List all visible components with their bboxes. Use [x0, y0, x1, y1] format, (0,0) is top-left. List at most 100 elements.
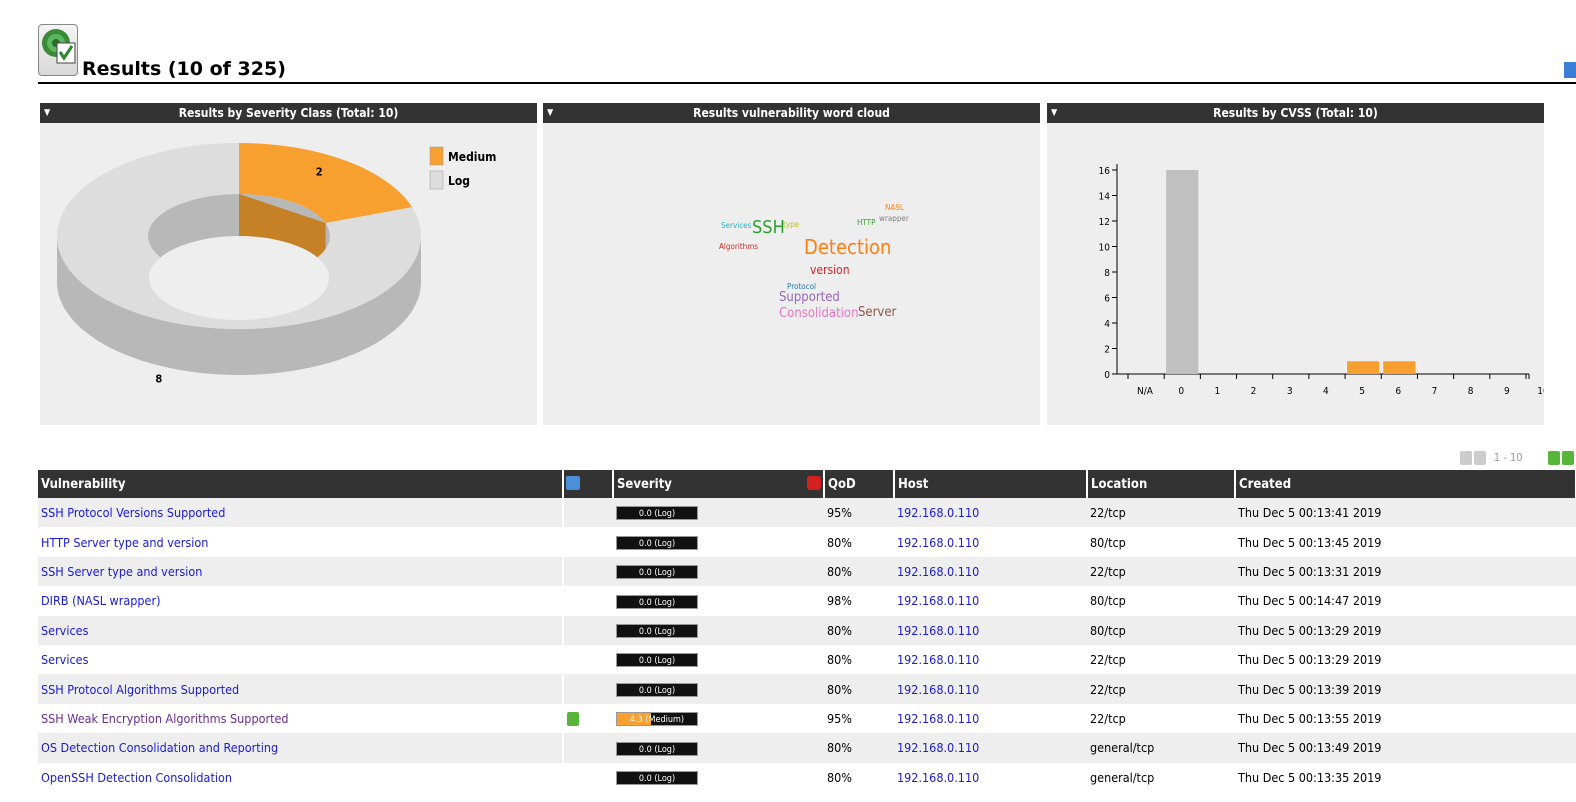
- location-cell: general/tcp: [1087, 733, 1235, 763]
- severity-bar: 0.0 (Log): [616, 624, 698, 638]
- severity-cell: 0.0 (Log): [613, 586, 824, 615]
- vulnerability-link[interactable]: Services: [41, 623, 88, 638]
- panel-toggle-icon[interactable]: ▼: [547, 103, 553, 123]
- previous-page-icon[interactable]: [1474, 450, 1487, 465]
- location-cell: 22/tcp: [1090, 710, 1126, 726]
- legend-label-log: Log: [448, 174, 470, 188]
- host-link[interactable]: 192.168.0.110: [897, 770, 979, 785]
- host-link[interactable]: 192.168.0.110: [897, 652, 979, 667]
- overrides-icon[interactable]: [807, 476, 821, 490]
- panel-toggle-icon[interactable]: ▼: [1051, 103, 1057, 123]
- host-cell: 192.168.0.110: [894, 733, 1087, 763]
- cvss-panel-title: Results by CVSS (Total: 10): [1213, 106, 1378, 120]
- table-row: SSH Protocol Algorithms Supported 0.0 (Lo…: [38, 674, 1576, 704]
- vulnerability-link[interactable]: OpenSSH Detection Consolidation: [41, 770, 232, 785]
- severity-bar: 0.0 (Log): [616, 594, 698, 609]
- host-link[interactable]: 192.168.0.110: [897, 535, 979, 550]
- word-cloud-word[interactable]: Consolidation: [779, 306, 858, 321]
- notes-cell: [563, 674, 613, 704]
- notes-cell: [563, 733, 613, 763]
- vulnerability-link[interactable]: HTTP Server type and version: [41, 535, 208, 550]
- page-header: Results (10 of 325): [38, 24, 1576, 84]
- qod-cell: 98%: [827, 593, 852, 609]
- column-header-qod[interactable]: QoD: [824, 470, 895, 498]
- pagination: 1 - 10: [1460, 450, 1576, 466]
- qod-cell: 95%: [824, 498, 894, 528]
- cvss-panel: ▼ Results by CVSS (Total: 10) 0 2 4 6 8 10 12 1…: [1047, 103, 1544, 425]
- page-range: 1 - 10: [1493, 451, 1523, 464]
- word-cloud-word[interactable]: Server: [858, 305, 897, 320]
- column-header-vulnerability[interactable]: Vulnerability: [38, 470, 564, 498]
- notes-column-icon: [566, 476, 580, 490]
- cvss-bar-0[interactable]: [1166, 170, 1199, 374]
- cvss-bar-5[interactable]: [1347, 361, 1380, 374]
- location-cell: 22/tcp: [1087, 556, 1235, 587]
- host-link[interactable]: 192.168.0.110: [897, 740, 979, 755]
- word-cloud-word[interactable]: wrapper: [879, 214, 909, 223]
- column-header-notes: [563, 470, 614, 498]
- word-cloud-word[interactable]: Detection: [804, 235, 891, 259]
- severity-label: 0.0 (Log): [638, 627, 676, 637]
- vulnerability-link[interactable]: Services: [41, 652, 88, 667]
- vulnerability-cell: Services: [38, 615, 564, 645]
- host-link[interactable]: 192.168.0.110: [897, 682, 979, 697]
- vulnerability-cell: DIRB (NASL wrapper): [38, 586, 564, 616]
- word-cloud-word[interactable]: Algorithms: [719, 242, 758, 251]
- host-link[interactable]: 192.168.0.110: [897, 623, 979, 638]
- column-header-severity[interactable]: Severity: [613, 470, 825, 498]
- x-tick-label: 3: [1287, 386, 1293, 397]
- vulnerability-cell: OpenSSH Detection Consolidation: [38, 762, 564, 792]
- location-cell: 22/tcp: [1087, 674, 1235, 704]
- word-cloud-word[interactable]: type: [783, 220, 800, 229]
- last-page-icon[interactable]: [1562, 450, 1574, 465]
- host-link[interactable]: 192.168.0.110: [897, 505, 979, 520]
- vulnerability-link[interactable]: SSH Protocol Algorithms Supported: [41, 682, 239, 697]
- host-link[interactable]: 192.168.0.110: [897, 711, 979, 726]
- table-row: SSH Server type and version 0.0 (Log) 80% 1…: [38, 556, 1576, 587]
- x-tick-label: 7: [1432, 386, 1438, 397]
- word-cloud-word[interactable]: SSH: [752, 217, 785, 238]
- word-cloud-word[interactable]: HTTP: [857, 218, 876, 227]
- word-cloud-word[interactable]: NASL: [885, 203, 904, 212]
- word-cloud-word[interactable]: Supported: [779, 290, 840, 305]
- cvss-bar-6[interactable]: [1383, 361, 1416, 374]
- vulnerability-link[interactable]: DIRB (NASL wrapper): [41, 593, 160, 608]
- severity-bar: 0.0 (Log): [616, 682, 698, 697]
- host-link[interactable]: 192.168.0.110: [897, 593, 979, 608]
- host-link[interactable]: 192.168.0.110: [897, 564, 979, 579]
- vulnerability-link[interactable]: OS Detection Consolidation and Reporting: [41, 740, 278, 755]
- word-cloud-word[interactable]: Services: [721, 221, 752, 230]
- panel-toggle-icon[interactable]: ▼: [44, 103, 50, 123]
- note-icon[interactable]: [567, 712, 579, 727]
- severity-label: 0.0 (Log): [638, 773, 676, 784]
- notes-cell: [563, 498, 613, 528]
- word-cloud-panel-title: Results vulnerability word cloud: [693, 106, 890, 120]
- column-header-location[interactable]: Location: [1087, 470, 1236, 498]
- y-tick-label: 0: [1104, 370, 1110, 381]
- legend-swatch-medium: [429, 146, 444, 166]
- severity-label: 0.0 (Log): [638, 568, 676, 579]
- x-tick-label: 0: [1178, 386, 1184, 397]
- y-tick-label: 8: [1104, 268, 1110, 279]
- word-cloud-word[interactable]: version: [810, 263, 850, 277]
- location-cell: 80/tcp: [1087, 615, 1235, 645]
- severity-bar: 0.0 (Log): [616, 506, 698, 521]
- severity-bar: 0.0 (Log): [616, 741, 698, 756]
- x-tick-label: N/A: [1137, 386, 1154, 397]
- column-header-host[interactable]: Host: [894, 470, 1088, 498]
- wrench-icon[interactable]: [1564, 62, 1576, 78]
- severity-class-panel-header: ▼ Results by Severity Class (Total: 10): [40, 103, 537, 123]
- vulnerability-link[interactable]: SSH Weak Encryption Algorithms Supported: [41, 711, 289, 726]
- host-cell: 192.168.0.110: [894, 556, 1087, 587]
- vulnerability-link[interactable]: SSH Server type and version: [41, 564, 202, 579]
- y-tick-label: 4: [1104, 319, 1110, 330]
- next-page-icon[interactable]: [1548, 450, 1560, 465]
- table-row: SSH Protocol Versions Supported 0.0 (Log)…: [38, 498, 1576, 528]
- host-cell: 192.168.0.110: [894, 763, 1087, 792]
- x-tick-label: 4: [1323, 386, 1329, 397]
- column-header-created[interactable]: Created: [1235, 470, 1576, 498]
- first-page-icon[interactable]: [1460, 450, 1473, 465]
- host-cell: 192.168.0.110: [894, 674, 1087, 704]
- vulnerability-link[interactable]: SSH Protocol Versions Supported: [41, 505, 225, 520]
- qod-cell: 80%: [827, 652, 852, 668]
